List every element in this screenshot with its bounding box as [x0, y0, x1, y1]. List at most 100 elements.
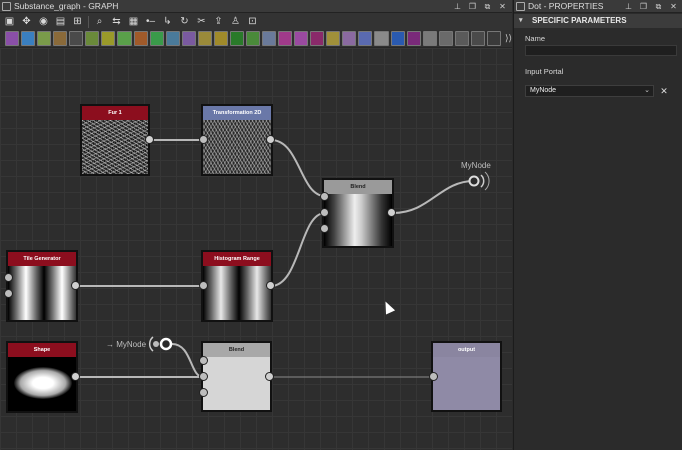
- node-output[interactable]: output: [431, 341, 502, 412]
- atom-icon[interactable]: [101, 31, 116, 46]
- layout-icon[interactable]: ▦: [127, 15, 140, 28]
- more-atoms-icon[interactable]: ⟩⟩: [505, 33, 512, 44]
- atom-icon[interactable]: [117, 31, 132, 46]
- atom-icon[interactable]: [326, 31, 341, 46]
- properties-panel: Dot - PROPERTIES ⊥ ❐ ⧉ ✕ ▾ SPECIFIC PARA…: [513, 0, 682, 450]
- dot-icon[interactable]: •–: [144, 15, 157, 28]
- graph-icon[interactable]: ⊞: [71, 15, 84, 28]
- node-title: output: [433, 343, 500, 357]
- atom-toolbar: ⟩⟩: [0, 30, 512, 48]
- input-port[interactable]: [199, 281, 208, 290]
- restore-icon[interactable]: ❐: [467, 1, 478, 12]
- link-icon[interactable]: ⇆: [110, 15, 123, 28]
- pin-icon[interactable]: ⊥: [623, 1, 634, 12]
- atom-icon[interactable]: [229, 31, 244, 46]
- output-port[interactable]: [387, 208, 396, 217]
- output-port[interactable]: [266, 281, 275, 290]
- atom-icon[interactable]: [149, 31, 164, 46]
- atom-icon[interactable]: [310, 31, 325, 46]
- name-label: Name: [525, 34, 546, 43]
- atom-icon[interactable]: [454, 31, 469, 46]
- pan-icon[interactable]: ✥: [20, 15, 33, 28]
- atom-icon[interactable]: [422, 31, 437, 46]
- atom-icon[interactable]: [165, 31, 180, 46]
- clear-icon[interactable]: ✕: [658, 85, 670, 97]
- pin-node-icon[interactable]: ↳: [161, 15, 174, 28]
- atom-icon[interactable]: [278, 31, 293, 46]
- graph-panel: Substance_graph - GRAPH ⊥ ❐ ⧉ ✕ ▣ ✥ ◉ ▤ …: [0, 0, 512, 450]
- input-port[interactable]: [199, 388, 208, 397]
- restore-icon[interactable]: ❐: [638, 1, 649, 12]
- output-port[interactable]: [145, 135, 154, 144]
- node-tile-generator[interactable]: Tile Generator: [6, 250, 78, 322]
- atom-icon[interactable]: [5, 31, 20, 46]
- node-title: Fur 1: [82, 106, 148, 120]
- node-blend-bottom[interactable]: Blend: [201, 341, 272, 412]
- atom-icon[interactable]: [133, 31, 148, 46]
- atom-icon[interactable]: [358, 31, 373, 46]
- graph-titlebar[interactable]: Substance_graph - GRAPH ⊥ ❐ ⧉ ✕: [0, 0, 512, 13]
- node-blend-top[interactable]: Blend: [322, 178, 394, 248]
- float-icon[interactable]: ⧉: [653, 1, 664, 12]
- atom-icon[interactable]: [21, 31, 36, 46]
- screenshot-icon[interactable]: ◉: [37, 15, 50, 28]
- output-port[interactable]: [265, 372, 274, 381]
- zoom-icon[interactable]: ⌕: [93, 15, 106, 28]
- input-port[interactable]: [429, 372, 438, 381]
- fit-icon[interactable]: ⊡: [246, 15, 259, 28]
- atom-icon[interactable]: [390, 31, 405, 46]
- name-field[interactable]: [525, 45, 677, 56]
- atom-icon[interactable]: [197, 31, 212, 46]
- input-port[interactable]: [320, 208, 329, 217]
- atom-icon[interactable]: [406, 31, 421, 46]
- atom-icon[interactable]: [486, 31, 501, 46]
- atom-icon[interactable]: [181, 31, 196, 46]
- input-port[interactable]: [4, 289, 13, 298]
- chevron-down-icon: ⌄: [644, 87, 650, 94]
- properties-titlebar[interactable]: Dot - PROPERTIES ⊥ ❐ ⧉ ✕: [514, 0, 682, 13]
- atom-icon[interactable]: [294, 31, 309, 46]
- align-icon[interactable]: ▤: [54, 15, 67, 28]
- output-port[interactable]: [71, 372, 80, 381]
- node-transformation-2d[interactable]: Transformation 2D: [201, 104, 273, 176]
- frame-icon[interactable]: ▣: [3, 15, 16, 28]
- input-port[interactable]: [199, 372, 208, 381]
- atom-icon[interactable]: [37, 31, 52, 46]
- close-icon[interactable]: ✕: [497, 1, 508, 12]
- atom-icon[interactable]: [69, 31, 84, 46]
- tools-icon[interactable]: ✂: [195, 15, 208, 28]
- input-port[interactable]: [320, 224, 329, 233]
- atom-icon[interactable]: [470, 31, 485, 46]
- node-histogram-range[interactable]: Histogram Range: [201, 250, 273, 322]
- close-icon[interactable]: ✕: [668, 1, 679, 12]
- portal-input-label: → MyNode: [106, 340, 147, 349]
- input-port[interactable]: [199, 135, 208, 144]
- atom-icon[interactable]: [213, 31, 228, 46]
- export-icon[interactable]: ⇪: [212, 15, 225, 28]
- node-title: Shape: [8, 343, 76, 357]
- refresh-icon[interactable]: ↻: [178, 15, 191, 28]
- atom-icon[interactable]: [374, 31, 389, 46]
- properties-window-title: Dot - PROPERTIES: [528, 1, 604, 11]
- output-port[interactable]: [266, 135, 275, 144]
- atom-icon[interactable]: [262, 31, 277, 46]
- atom-icon[interactable]: [85, 31, 100, 46]
- input-port[interactable]: [320, 192, 329, 201]
- float-icon[interactable]: ⧉: [482, 1, 493, 12]
- node-thumbnail: [203, 120, 271, 174]
- user-icon[interactable]: ♙: [229, 15, 242, 28]
- input-port[interactable]: [199, 356, 208, 365]
- output-port[interactable]: [71, 281, 80, 290]
- node-fur[interactable]: Fur 1: [80, 104, 150, 176]
- node-shape[interactable]: Shape: [6, 341, 78, 413]
- atom-icon[interactable]: [245, 31, 260, 46]
- input-port[interactable]: [4, 273, 13, 282]
- input-portal-select[interactable]: MyNode ⌄: [525, 85, 654, 97]
- node-title: Blend: [324, 180, 392, 194]
- pin-icon[interactable]: ⊥: [452, 1, 463, 12]
- atom-icon[interactable]: [342, 31, 357, 46]
- atom-icon[interactable]: [438, 31, 453, 46]
- node-title: Transformation 2D: [203, 106, 271, 120]
- section-header-specific-parameters[interactable]: ▾ SPECIFIC PARAMETERS: [514, 14, 682, 28]
- atom-icon[interactable]: [53, 31, 68, 46]
